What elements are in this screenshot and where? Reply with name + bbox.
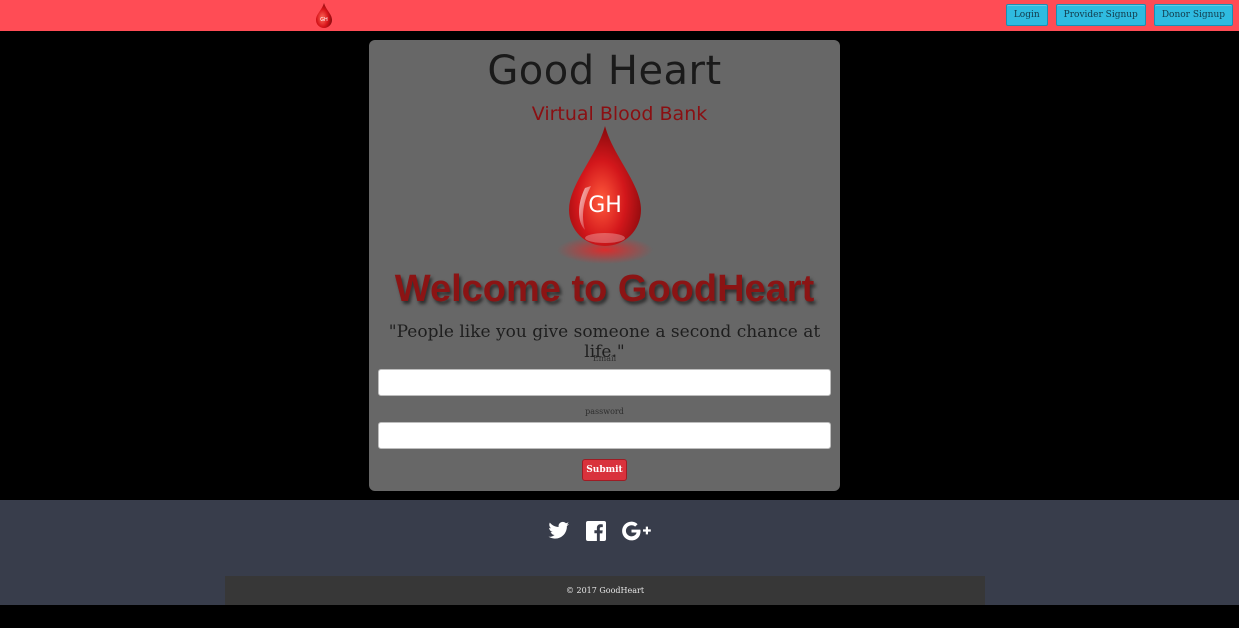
- top-navbar: GH Login Provider Signup Donor Signup: [0, 0, 1239, 31]
- social-links: [548, 521, 668, 541]
- blood-drop-icon[interactable]: GH: [312, 1, 336, 29]
- password-field[interactable]: [378, 422, 831, 449]
- provider-signup-button[interactable]: Provider Signup: [1055, 4, 1146, 26]
- welcome-heading: Welcome to GoodHeart: [394, 268, 815, 310]
- brand-subtitle: Virtual Blood Bank: [531, 103, 708, 125]
- password-label: password: [585, 407, 624, 416]
- footer: © 2017 GoodHeart: [0, 500, 1239, 605]
- blood-drop-logo-icon: GH: [557, 126, 653, 264]
- email-field[interactable]: [378, 369, 831, 396]
- copyright-text: © 2017 GoodHeart: [565, 586, 645, 595]
- login-button[interactable]: Login: [1005, 4, 1048, 26]
- login-card: Good Heart Virtual Blood Bank GH Welcome…: [369, 40, 840, 491]
- donor-signup-button[interactable]: Donor Signup: [1153, 4, 1233, 26]
- email-label: Email: [592, 354, 617, 363]
- drop-logo-text: GH: [588, 193, 622, 218]
- submit-button[interactable]: Submit: [582, 459, 627, 481]
- nav-logo-text: GH: [320, 17, 328, 23]
- twitter-icon[interactable]: [548, 521, 570, 541]
- copyright-bar: © 2017 GoodHeart: [225, 576, 985, 605]
- brand-title: Good Heart: [487, 48, 722, 94]
- nav-buttons: Login Provider Signup Donor Signup: [998, 4, 1233, 26]
- facebook-icon[interactable]: [586, 521, 606, 541]
- google-plus-icon[interactable]: [622, 521, 652, 541]
